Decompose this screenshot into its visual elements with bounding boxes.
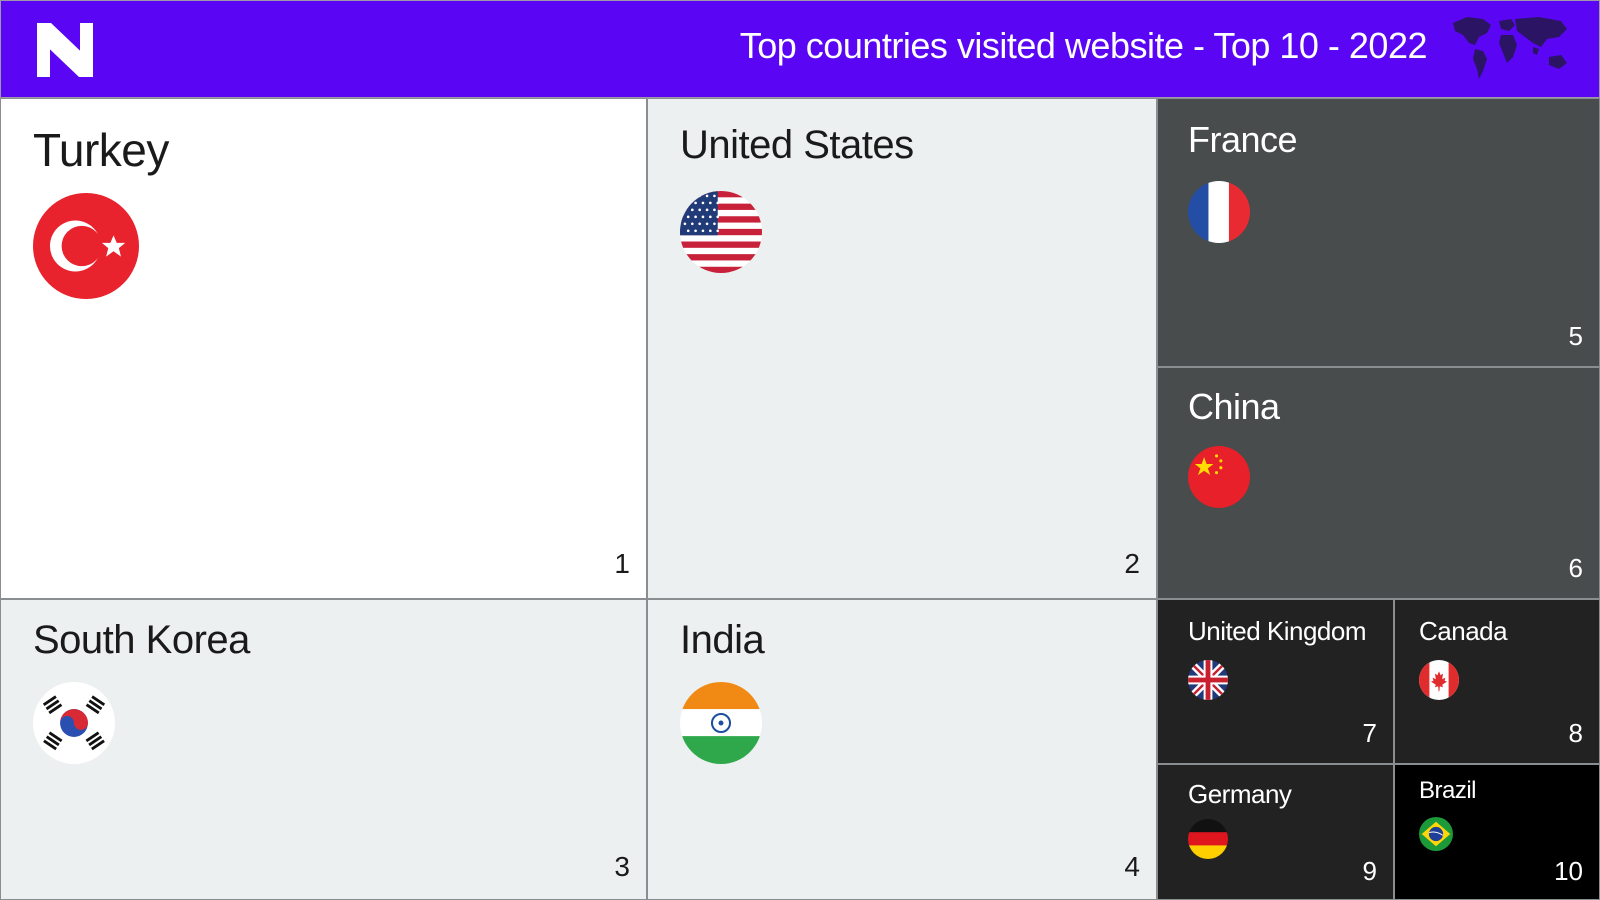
turkey-flag-icon (33, 193, 139, 299)
country-tile-turkey: Turkey 1 (0, 98, 647, 599)
country-name: Turkey (33, 124, 169, 176)
rank-number: 6 (1568, 553, 1583, 583)
country-name: France (1188, 119, 1298, 160)
country-tile-canada: Canada 8 (1394, 599, 1600, 764)
brazil-flag-icon (1419, 817, 1453, 851)
brand-logo-icon (37, 23, 93, 77)
united-states-flag-icon (680, 191, 762, 273)
country-ranking-grid: Turkey 1 United States 2 South Korea 3 India 4 F… (0, 98, 1600, 900)
india-flag-icon (680, 682, 762, 764)
country-tile-germany: Germany 9 (1157, 764, 1394, 900)
chart-title: Top countries visited website - Top 10 -… (739, 25, 1428, 66)
rank-number: 4 (1124, 851, 1140, 882)
country-tile-united-states: United States 2 (647, 98, 1157, 599)
rank-number: 1 (614, 548, 630, 579)
rank-number: 3 (614, 851, 630, 882)
canada-flag-icon (1419, 660, 1459, 700)
world-map-icon (1453, 17, 1567, 79)
rank-number: 8 (1568, 718, 1583, 748)
country-tile-china: China 6 (1157, 367, 1600, 599)
germany-flag-icon (1188, 819, 1228, 859)
rank-number: 10 (1554, 856, 1583, 886)
country-tile-france: France 5 (1157, 98, 1600, 367)
rank-number: 2 (1124, 548, 1140, 579)
france-flag-icon (1188, 181, 1250, 243)
country-name: Brazil (1419, 777, 1477, 804)
china-flag-icon (1188, 446, 1250, 508)
country-tile-india: India 4 (647, 599, 1157, 900)
country-tile-brazil: Brazil 10 (1394, 764, 1600, 900)
country-tile-south-korea: South Korea 3 (0, 599, 647, 900)
rank-number: 9 (1362, 856, 1377, 886)
chart-header: Top countries visited website - Top 10 -… (0, 0, 1600, 98)
country-name: India (680, 618, 765, 662)
country-tile-united-kingdom: United Kingdom 7 (1157, 599, 1394, 764)
united-kingdom-flag-icon (1188, 660, 1228, 700)
rank-number: 5 (1568, 321, 1583, 351)
country-name: Germany (1188, 779, 1292, 809)
south-korea-flag-icon (33, 682, 115, 764)
country-name: South Korea (33, 618, 250, 662)
country-name: Canada (1419, 616, 1508, 646)
country-name: United States (680, 123, 914, 167)
country-name: China (1188, 386, 1280, 427)
country-name: United Kingdom (1188, 616, 1367, 646)
rank-number: 7 (1362, 718, 1377, 748)
